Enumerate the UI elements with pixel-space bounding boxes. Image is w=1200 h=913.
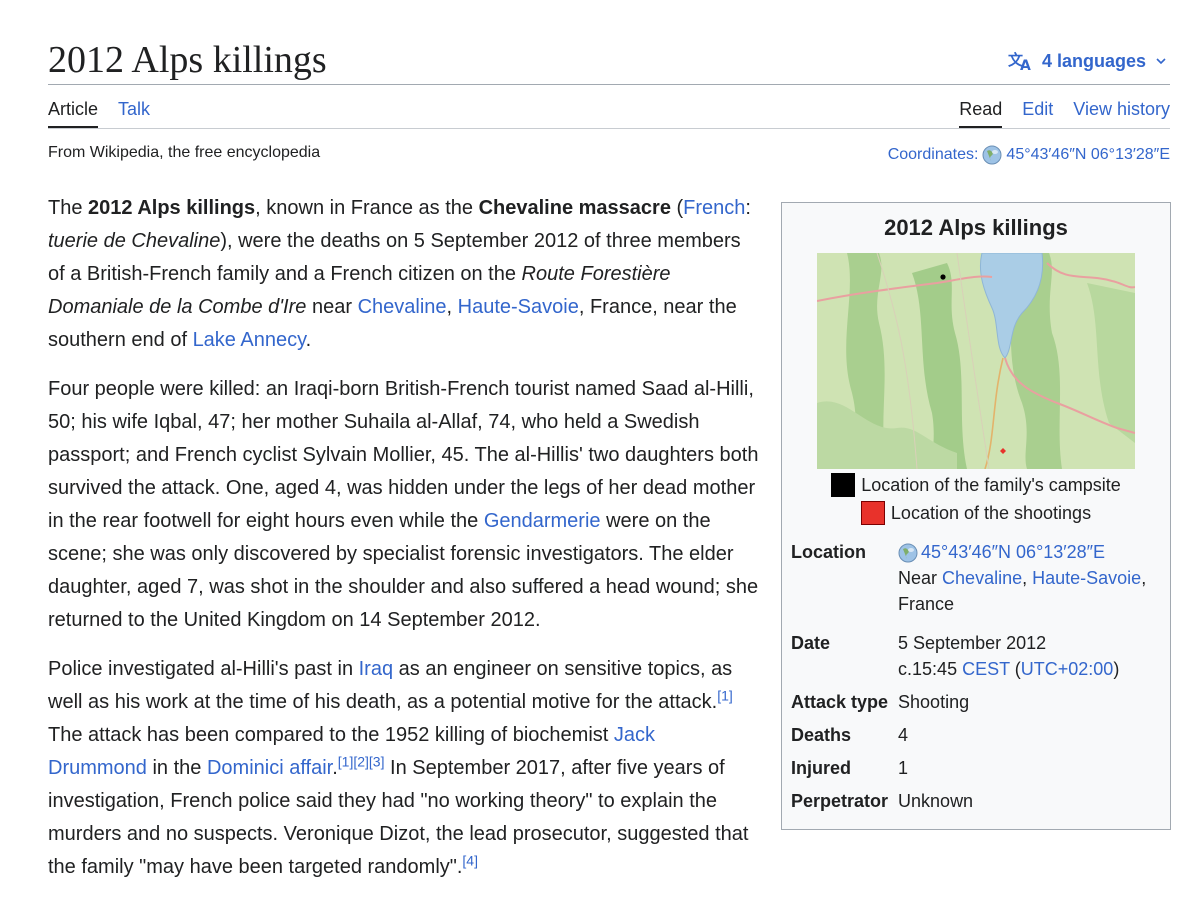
chevaline-link[interactable]: Chevaline bbox=[358, 296, 447, 318]
infobox-label: Location bbox=[791, 542, 866, 562]
site-tagline: From Wikipedia, the free encyclopedia bbox=[48, 144, 321, 161]
chevron-down-icon bbox=[1154, 54, 1168, 68]
text-run: , bbox=[446, 296, 458, 318]
french-language-link[interactable]: French bbox=[683, 197, 745, 219]
bold-alt-name: Chevaline massacre bbox=[478, 197, 671, 219]
chevaline-link[interactable]: Chevaline bbox=[942, 568, 1022, 588]
dominici-affair-link[interactable]: Dominici affair bbox=[207, 757, 332, 779]
infobox-value: Shooting bbox=[898, 692, 970, 712]
text-run: ( bbox=[670, 197, 684, 219]
gendarmerie-link[interactable]: Gendarmerie bbox=[484, 510, 601, 532]
infobox-value: 45°43′46″N 06°13′28″E Near Chevaline, Ha… bbox=[892, 533, 1170, 618]
bold-article-name: 2012 Alps killings bbox=[88, 197, 256, 219]
legend-black-swatch bbox=[831, 473, 856, 497]
paren-open: ( bbox=[1009, 659, 1021, 679]
tab-article[interactable]: Article bbox=[48, 96, 99, 128]
location-separator: , bbox=[1022, 568, 1033, 588]
text-run: . bbox=[305, 329, 312, 351]
title-divider bbox=[48, 84, 1170, 85]
text-run: Police investigated al-Hilli's past in bbox=[48, 658, 359, 680]
page-title: 2012 Alps killings bbox=[48, 39, 327, 81]
namespace-tabs: Article Talk bbox=[48, 96, 150, 128]
view-tabs: Read Edit View history bbox=[959, 96, 1170, 128]
text-run: , known in France as the bbox=[255, 197, 479, 219]
translate-icon: 文 A bbox=[1008, 50, 1034, 72]
infobox-row-perpetrator: Perpetrator Unknown bbox=[782, 782, 1170, 815]
paren-close: ) bbox=[1113, 659, 1120, 679]
globe-icon[interactable] bbox=[982, 145, 1002, 165]
reference-group[interactable]: [1][2][3] bbox=[338, 753, 385, 769]
svg-text:A: A bbox=[1020, 58, 1031, 72]
languages-label: 4 languages bbox=[1041, 50, 1146, 71]
text-run: Four people were killed: an Iraqi-born B… bbox=[48, 378, 759, 532]
tabs-divider bbox=[48, 128, 1170, 129]
infobox-label: Date bbox=[791, 633, 831, 653]
article-content: 2012 Alps killings Location of the famil… bbox=[48, 192, 1173, 900]
infobox: 2012 Alps killings Location of the famil… bbox=[781, 202, 1171, 830]
text-run: near bbox=[306, 296, 358, 318]
haute-savoie-link[interactable]: Haute-Savoie bbox=[1032, 568, 1141, 588]
location-country: France bbox=[898, 594, 955, 614]
text-run: in the bbox=[146, 757, 207, 779]
tab-view-history[interactable]: View history bbox=[1073, 96, 1170, 128]
italic-french-name: tuerie de Chevaline bbox=[48, 230, 221, 252]
time-text: c.15:45 bbox=[898, 659, 963, 679]
reference-link[interactable]: [1] bbox=[717, 687, 733, 703]
text-run: : bbox=[745, 197, 751, 219]
utc-offset-link[interactable]: UTC+02:00 bbox=[1021, 659, 1114, 679]
page-coordinates: Coordinates: 45°43′46″N 06°13′28″E bbox=[888, 145, 1170, 165]
infobox-label: Attack type bbox=[791, 692, 889, 712]
coordinates-link[interactable]: 45°43′46″N 06°13′28″E bbox=[1006, 146, 1170, 164]
reference-link[interactable]: [2] bbox=[353, 753, 369, 769]
infobox-label: Deaths bbox=[791, 725, 852, 745]
infobox-row-attack-type: Attack type Shooting bbox=[782, 683, 1170, 716]
text-run: The attack has been compared to the 1952… bbox=[48, 724, 614, 746]
infobox-value: 1 bbox=[898, 758, 909, 778]
reference-link[interactable]: [4] bbox=[462, 852, 478, 868]
infobox-label: Perpetrator bbox=[791, 791, 889, 811]
languages-button[interactable]: 文 A 4 languages bbox=[1008, 46, 1168, 76]
reference-link[interactable]: [3] bbox=[369, 753, 385, 769]
location-map[interactable] bbox=[817, 253, 1135, 469]
location-near-text: Near bbox=[898, 568, 943, 588]
tab-talk[interactable]: Talk bbox=[118, 96, 150, 128]
cest-link[interactable]: CEST bbox=[962, 659, 1010, 679]
legend-shootings-label: Location of the shootings bbox=[890, 503, 1092, 523]
haute-savoie-link[interactable]: Haute-Savoie bbox=[458, 296, 579, 318]
map-legend: Location of the family's campsite Locati… bbox=[782, 471, 1170, 527]
reference-4[interactable]: [4] bbox=[462, 852, 478, 868]
lake-annecy-link[interactable]: Lake Annecy bbox=[193, 329, 306, 351]
reference-link[interactable]: [1] bbox=[338, 753, 354, 769]
location-coordinates-link[interactable]: 45°43′46″N 06°13′28″E bbox=[921, 542, 1105, 562]
infobox-label: Injured bbox=[791, 758, 852, 778]
tab-edit[interactable]: Edit bbox=[1022, 96, 1053, 128]
campsite-marker bbox=[940, 274, 946, 280]
tab-read[interactable]: Read bbox=[959, 96, 1003, 128]
text-run: The bbox=[48, 197, 89, 219]
infobox-row-date: Date 5 September 2012 c.15:45 CEST (UTC+… bbox=[782, 618, 1170, 683]
globe-icon[interactable] bbox=[898, 543, 918, 563]
location-comma: , bbox=[1141, 568, 1147, 588]
legend-shootings: Location of the shootings bbox=[782, 499, 1170, 527]
infobox-title: 2012 Alps killings bbox=[884, 215, 1068, 240]
legend-red-swatch bbox=[860, 501, 885, 525]
infobox-row-location: Location 45°43′46″N 06°13′28″E Near Chev… bbox=[782, 533, 1170, 618]
infobox-table: Location 45°43′46″N 06°13′28″E Near Chev… bbox=[782, 533, 1170, 815]
infobox-row-injured: Injured 1 bbox=[782, 749, 1170, 782]
legend-campsite-label: Location of the family's campsite bbox=[861, 475, 1121, 495]
date-line: 5 September 2012 bbox=[898, 633, 1047, 653]
iraq-link[interactable]: Iraq bbox=[359, 658, 393, 680]
legend-campsite: Location of the family's campsite bbox=[782, 471, 1170, 499]
coordinates-label[interactable]: Coordinates: bbox=[888, 146, 979, 164]
infobox-row-deaths: Deaths 4 bbox=[782, 716, 1170, 749]
reference-1[interactable]: [1] bbox=[717, 687, 733, 703]
infobox-value: 5 September 2012 c.15:45 CEST (UTC+02:00… bbox=[892, 618, 1170, 683]
infobox-value: 4 bbox=[898, 725, 909, 745]
infobox-value: Unknown bbox=[898, 791, 974, 811]
